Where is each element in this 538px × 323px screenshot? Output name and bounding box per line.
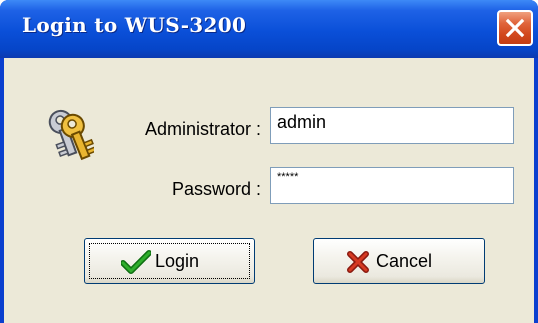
- close-button[interactable]: [497, 10, 533, 46]
- administrator-label: Administrator :: [144, 119, 261, 139]
- login-button-label: Login: [155, 251, 200, 271]
- window-title: Login to WUS-3200: [22, 13, 247, 37]
- password-label: Password :: [171, 179, 261, 199]
- login-dialog: Login to WUS-3200 Administrator: admin …: [0, 0, 538, 323]
- cancel-button-label: Cancel: [376, 251, 433, 271]
- checkmark-icon: [121, 250, 151, 274]
- password-input[interactable]: *****: [270, 167, 514, 204]
- administrator-input[interactable]: admin: [270, 107, 514, 144]
- title-bar[interactable]: Login to WUS-3200: [0, 0, 538, 58]
- x-cross-icon: [347, 251, 369, 273]
- login-button[interactable]: Login: [84, 238, 255, 284]
- keys-icon: [48, 109, 94, 161]
- dialog-body: Administrator : admin Password : ***** L…: [4, 58, 534, 323]
- cancel-button[interactable]: Cancel: [313, 238, 485, 284]
- close-x-icon: [505, 18, 525, 38]
